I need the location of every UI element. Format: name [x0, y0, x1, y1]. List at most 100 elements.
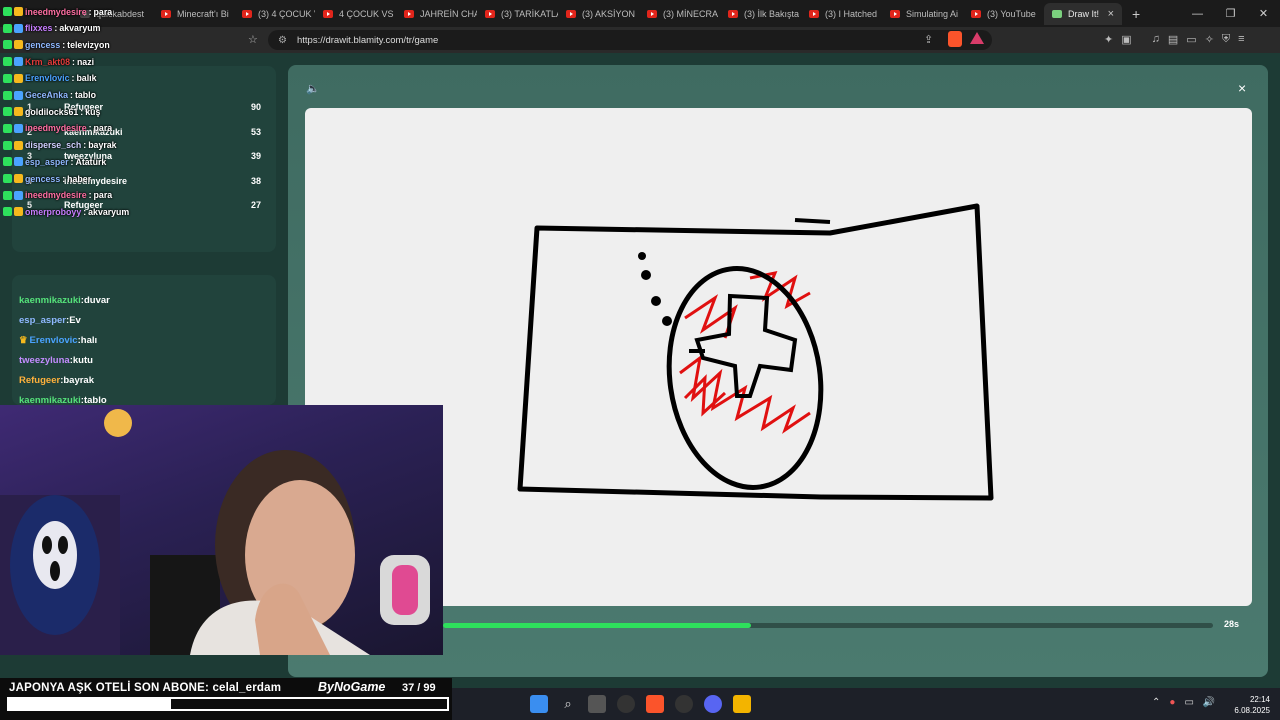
task-view-icon[interactable]: [588, 695, 606, 713]
browser-tab[interactable]: (3) I Hatched: [801, 3, 882, 25]
stream-overlay: JAPONYA AŞK OTELİ SON ABONE: celal_erdam…: [0, 678, 452, 720]
browser-tab[interactable]: (3) İlk Bakışta: [720, 3, 801, 25]
chat-message: gencess : televizyon: [3, 36, 110, 53]
chat-user: Krm_akt08: [25, 56, 70, 67]
chat-message: goldilocks61 : kuş: [3, 103, 100, 120]
dot-3: [651, 296, 661, 306]
drawing-canvas[interactable]: [305, 108, 1252, 606]
sidebar-icon[interactable]: ▤: [1168, 33, 1178, 46]
chat-text: nazi: [76, 56, 95, 67]
leaderboard-score: 53: [250, 126, 261, 137]
vpn-icon[interactable]: ⛨: [1222, 33, 1230, 46]
chat-message: disperse_sch : bayrak: [3, 137, 117, 154]
chevron-up-icon[interactable]: ⌃: [1152, 697, 1160, 708]
brave-shields-icon[interactable]: [948, 31, 962, 47]
volume-icon[interactable]: 🔊: [1203, 697, 1215, 708]
badge-icon: [3, 23, 12, 33]
badge-icon: [14, 57, 23, 67]
crown-icon: ♛: [19, 335, 28, 346]
tab-close-button[interactable]: ×: [1108, 8, 1114, 20]
microphone-icon[interactable]: ●: [1169, 697, 1175, 708]
guess-user: tweezyluna: [19, 355, 70, 366]
obs-icon[interactable]: [675, 695, 693, 713]
chat-text: para: [93, 123, 113, 134]
guess-word: duvar: [83, 295, 110, 306]
tab-label: Draw It!: [1068, 8, 1100, 19]
youtube-icon: [485, 9, 495, 18]
media-icon[interactable]: ♫: [1152, 33, 1160, 46]
tab-list: quickabdest Minecraft'ı Bi (3) 4 ÇOCUK V4 …: [72, 2, 1122, 25]
chat-user: omerproboyy: [25, 206, 82, 217]
wallet-icon[interactable]: ▭: [1186, 33, 1196, 46]
clock[interactable]: 22:14 6.08.2025: [1234, 694, 1270, 716]
browser-tab[interactable]: (3) 4 ÇOCUK V: [234, 3, 315, 25]
chat-sep: :: [88, 190, 92, 201]
browser-tab[interactable]: Minecraft'ı Bi: [153, 3, 234, 25]
chat-user: ineedmydesire: [25, 190, 87, 201]
clock-date: 6.08.2025: [1234, 706, 1270, 715]
browser-tab[interactable]: JAHREİN CHA: [396, 3, 477, 25]
menu-icon[interactable]: ≡: [1238, 33, 1244, 46]
chat-text: bayrak: [88, 140, 117, 151]
chatgpt-icon[interactable]: [617, 695, 635, 713]
youtube-icon: [728, 9, 738, 18]
badge-icon: [14, 140, 23, 150]
guess-item: kaenmikazuki:duvar: [19, 295, 110, 306]
close-game-button[interactable]: ×: [1238, 80, 1246, 96]
new-tab-button[interactable]: +: [1132, 6, 1140, 22]
chat-text: para: [93, 6, 113, 17]
browser-tab[interactable]: (3) TARİKATLA: [477, 3, 558, 25]
chat-sep: :: [71, 73, 75, 84]
overlay-progress: [7, 697, 449, 711]
maximize-button[interactable]: ❐: [1214, 0, 1247, 27]
brave-icon[interactable]: [646, 695, 664, 713]
windows-taskbar: ⌕ ⌃ ● ▭ 🔊 22:14 6.08.2025: [452, 688, 1280, 720]
badge-icon: [14, 90, 23, 100]
tab-label: (3) TARİKATLA: [501, 8, 558, 19]
browser-tab[interactable]: 4 ÇOCUK VS: [315, 3, 396, 25]
favicon-icon: [1052, 9, 1062, 18]
discord-icon[interactable]: [704, 695, 722, 713]
site-settings-icon[interactable]: ⚙: [278, 35, 287, 46]
timer-label: 28s: [1224, 619, 1240, 629]
youtube-icon: [404, 9, 414, 18]
guess-user: Refugeer: [19, 375, 61, 386]
badge-icon: [3, 207, 12, 217]
guess-word: bayrak: [63, 375, 94, 386]
chat-user: gencess: [25, 39, 61, 50]
file-explorer-icon[interactable]: [733, 695, 751, 713]
sound-icon[interactable]: 🔈: [306, 82, 320, 95]
leo-icon[interactable]: ✧: [1205, 33, 1214, 46]
chat-message: flixxes : akvaryum: [3, 20, 100, 37]
screenshot-icon[interactable]: ▣: [1121, 33, 1131, 46]
browser-tab[interactable]: (3) AKSİYON: [558, 3, 639, 25]
dot-2: [641, 270, 651, 280]
bookmark-icon[interactable]: ☆: [248, 33, 258, 46]
chat-sep: :: [62, 39, 66, 50]
tab-label: (3) MİNECRA: [663, 8, 719, 19]
badge-icon: [14, 190, 23, 200]
close-window-button[interactable]: ✕: [1247, 0, 1280, 27]
extensions-icon[interactable]: ✦: [1104, 33, 1113, 46]
chat-user: disperse_sch: [25, 140, 82, 151]
browser-tab[interactable]: (3) MİNECRA: [639, 3, 720, 25]
network-icon[interactable]: ▭: [1184, 697, 1193, 708]
badge-icon: [14, 107, 23, 117]
url-field[interactable]: ⚙ https://drawit.blamity.com/tr/game: [268, 30, 992, 50]
minimize-button[interactable]: —: [1181, 0, 1214, 27]
overlay-count: 37 / 99: [402, 682, 436, 694]
badge-icon: [3, 40, 12, 50]
badge-icon: [3, 190, 12, 200]
share-icon[interactable]: ⇪: [924, 33, 933, 46]
timer-fill: [443, 623, 751, 628]
chat-message: esp_asper : Atatürk: [3, 153, 106, 170]
overlay-progress-fill: [9, 699, 172, 709]
badge-icon: [3, 107, 12, 117]
search-icon[interactable]: ⌕: [559, 695, 577, 713]
start-icon[interactable]: [530, 695, 548, 713]
badge-icon: [3, 174, 12, 183]
tab-label: (3) I Hatched: [825, 8, 878, 19]
browser-tab[interactable]: (3) YouTube: [963, 3, 1044, 25]
browser-tab[interactable]: Simulating Ai: [882, 3, 963, 25]
browser-tab[interactable]: Draw It! ×: [1044, 2, 1122, 25]
